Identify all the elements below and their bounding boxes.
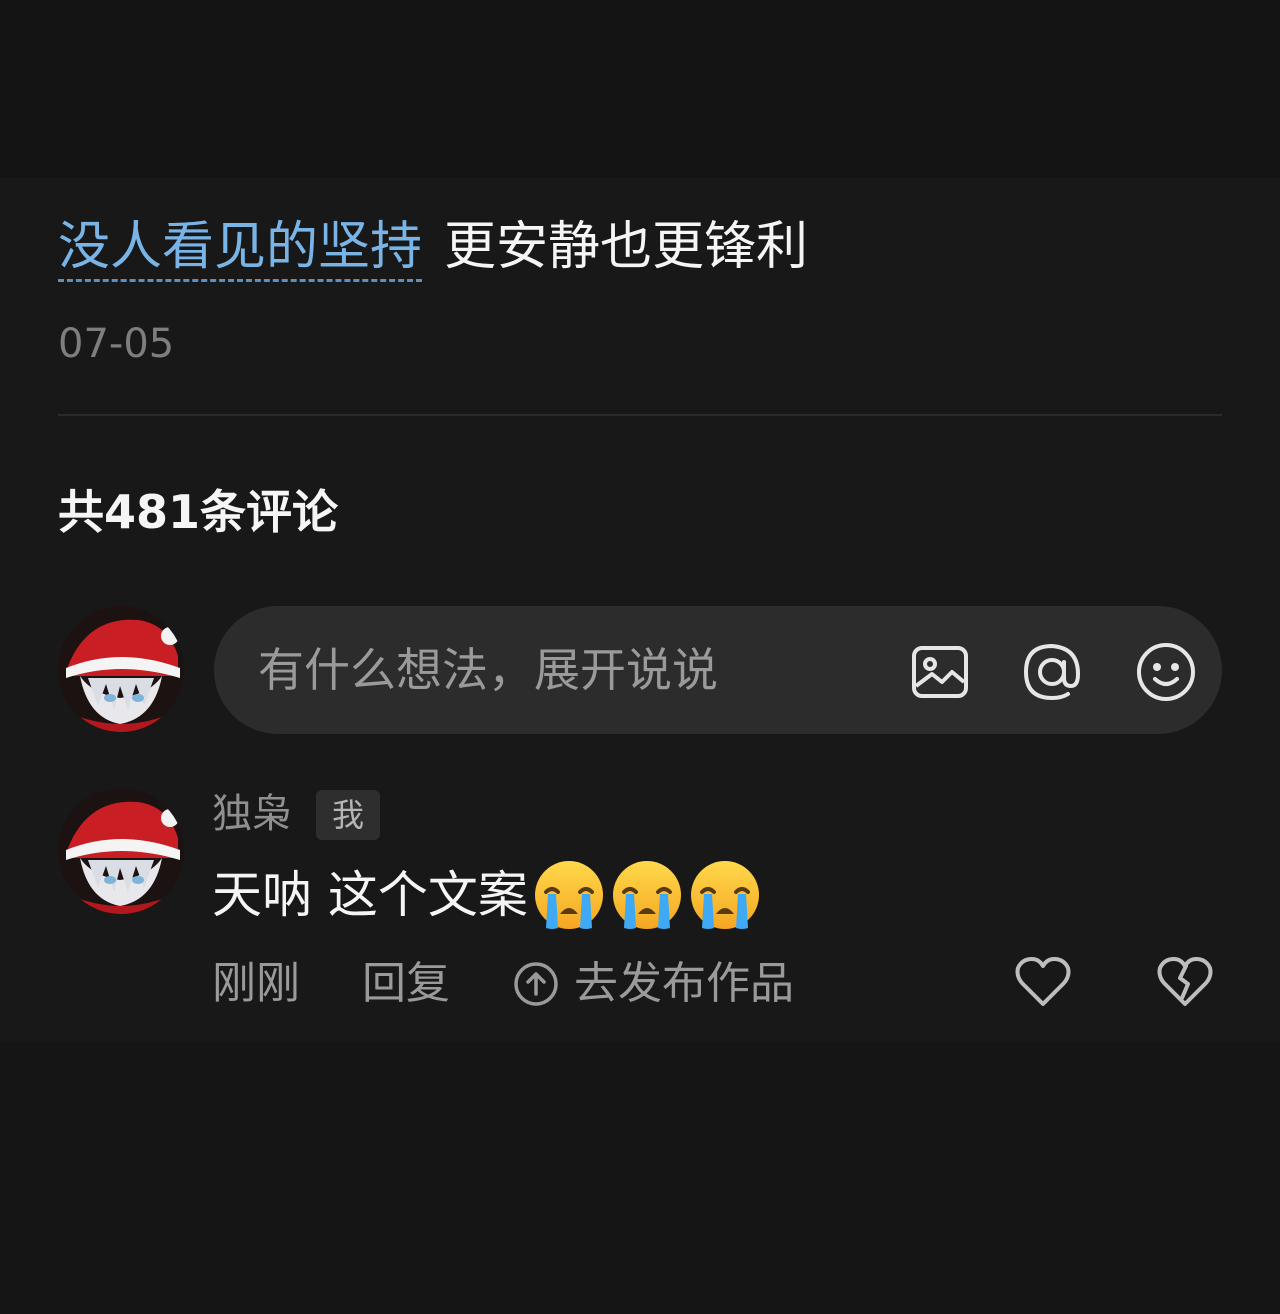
loudly-crying-emoji [532,858,606,932]
comment-time: 刚刚 [212,958,300,1009]
comment-text-row: 天呐 这个文案 [212,860,762,930]
commenter-avatar[interactable] [58,788,184,914]
reply-button[interactable]: 回复 [362,956,450,1012]
my-avatar[interactable] [58,606,184,732]
top-dark-band [0,0,1280,178]
post-works-label: 去发布作品 [574,958,794,1009]
post-date: 07-05 [58,321,175,367]
comment-count-heading: 共481条评论 [58,485,339,539]
comment-input-placeholder: 有什么想法，展开说说 [258,643,718,697]
comment-username[interactable]: 独枭 [212,788,292,840]
post-works-button[interactable]: 去发布作品 [512,956,794,1012]
me-badge: 我 [316,790,380,840]
emoji-icon[interactable] [1134,640,1198,704]
avatar-image [58,606,184,732]
image-icon[interactable] [908,640,972,704]
dislike-broken-heart-icon[interactable] [1156,954,1214,1010]
comment-input[interactable]: 有什么想法，展开说说 [214,606,1222,734]
topic-hashtag-link[interactable]: 没人看见的坚持 [58,217,423,282]
loudly-crying-emoji [610,858,684,932]
like-heart-icon[interactable] [1014,954,1072,1010]
post-caption: 没人看见的坚持 更安静也更锋利 [58,212,808,282]
bottom-dark-band [0,1042,1280,1314]
divider [58,414,1222,416]
caption-text: 更安静也更锋利 [444,217,809,277]
comment-text: 天呐 这个文案 [212,866,528,924]
avatar-image [58,788,184,914]
upload-arrow-icon [512,960,560,1008]
loudly-crying-emoji [688,858,762,932]
at-icon[interactable] [1020,640,1084,704]
